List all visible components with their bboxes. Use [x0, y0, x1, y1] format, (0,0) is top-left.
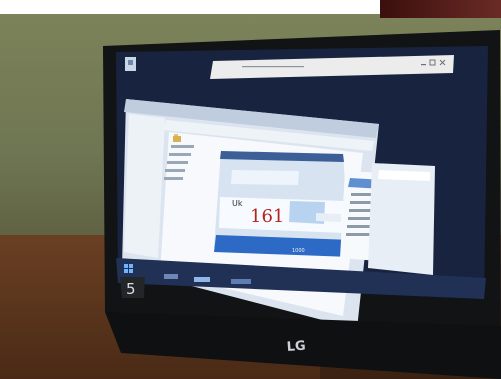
unit-label: Uk — [232, 199, 243, 208]
top-titlebar-separator — [242, 66, 304, 68]
list-item[interactable] — [165, 169, 185, 172]
window-minimize-icon[interactable] — [421, 64, 426, 66]
input-panel[interactable] — [231, 170, 299, 185]
taskbar-window-icon[interactable] — [164, 274, 178, 279]
measurement-value: 161 — [250, 206, 284, 227]
list-item[interactable] — [169, 153, 191, 156]
footer-value: 1000 — [292, 248, 305, 254]
list-item[interactable] — [171, 145, 194, 148]
list-item[interactable] — [164, 177, 183, 180]
taskbar-window-icon[interactable] — [194, 277, 210, 282]
monitor-scene: Uk 161 1000 LG 5 — [103, 30, 501, 379]
dialog-action-button[interactable] — [316, 213, 341, 222]
key-label: 5 — [126, 280, 136, 298]
taskbar-window-icon[interactable] — [231, 279, 251, 284]
lg-logo: LG — [286, 339, 306, 355]
explorer-sidebar — [124, 114, 165, 258]
desktop-app-icon[interactable] — [125, 57, 136, 71]
list-item[interactable] — [167, 161, 188, 164]
